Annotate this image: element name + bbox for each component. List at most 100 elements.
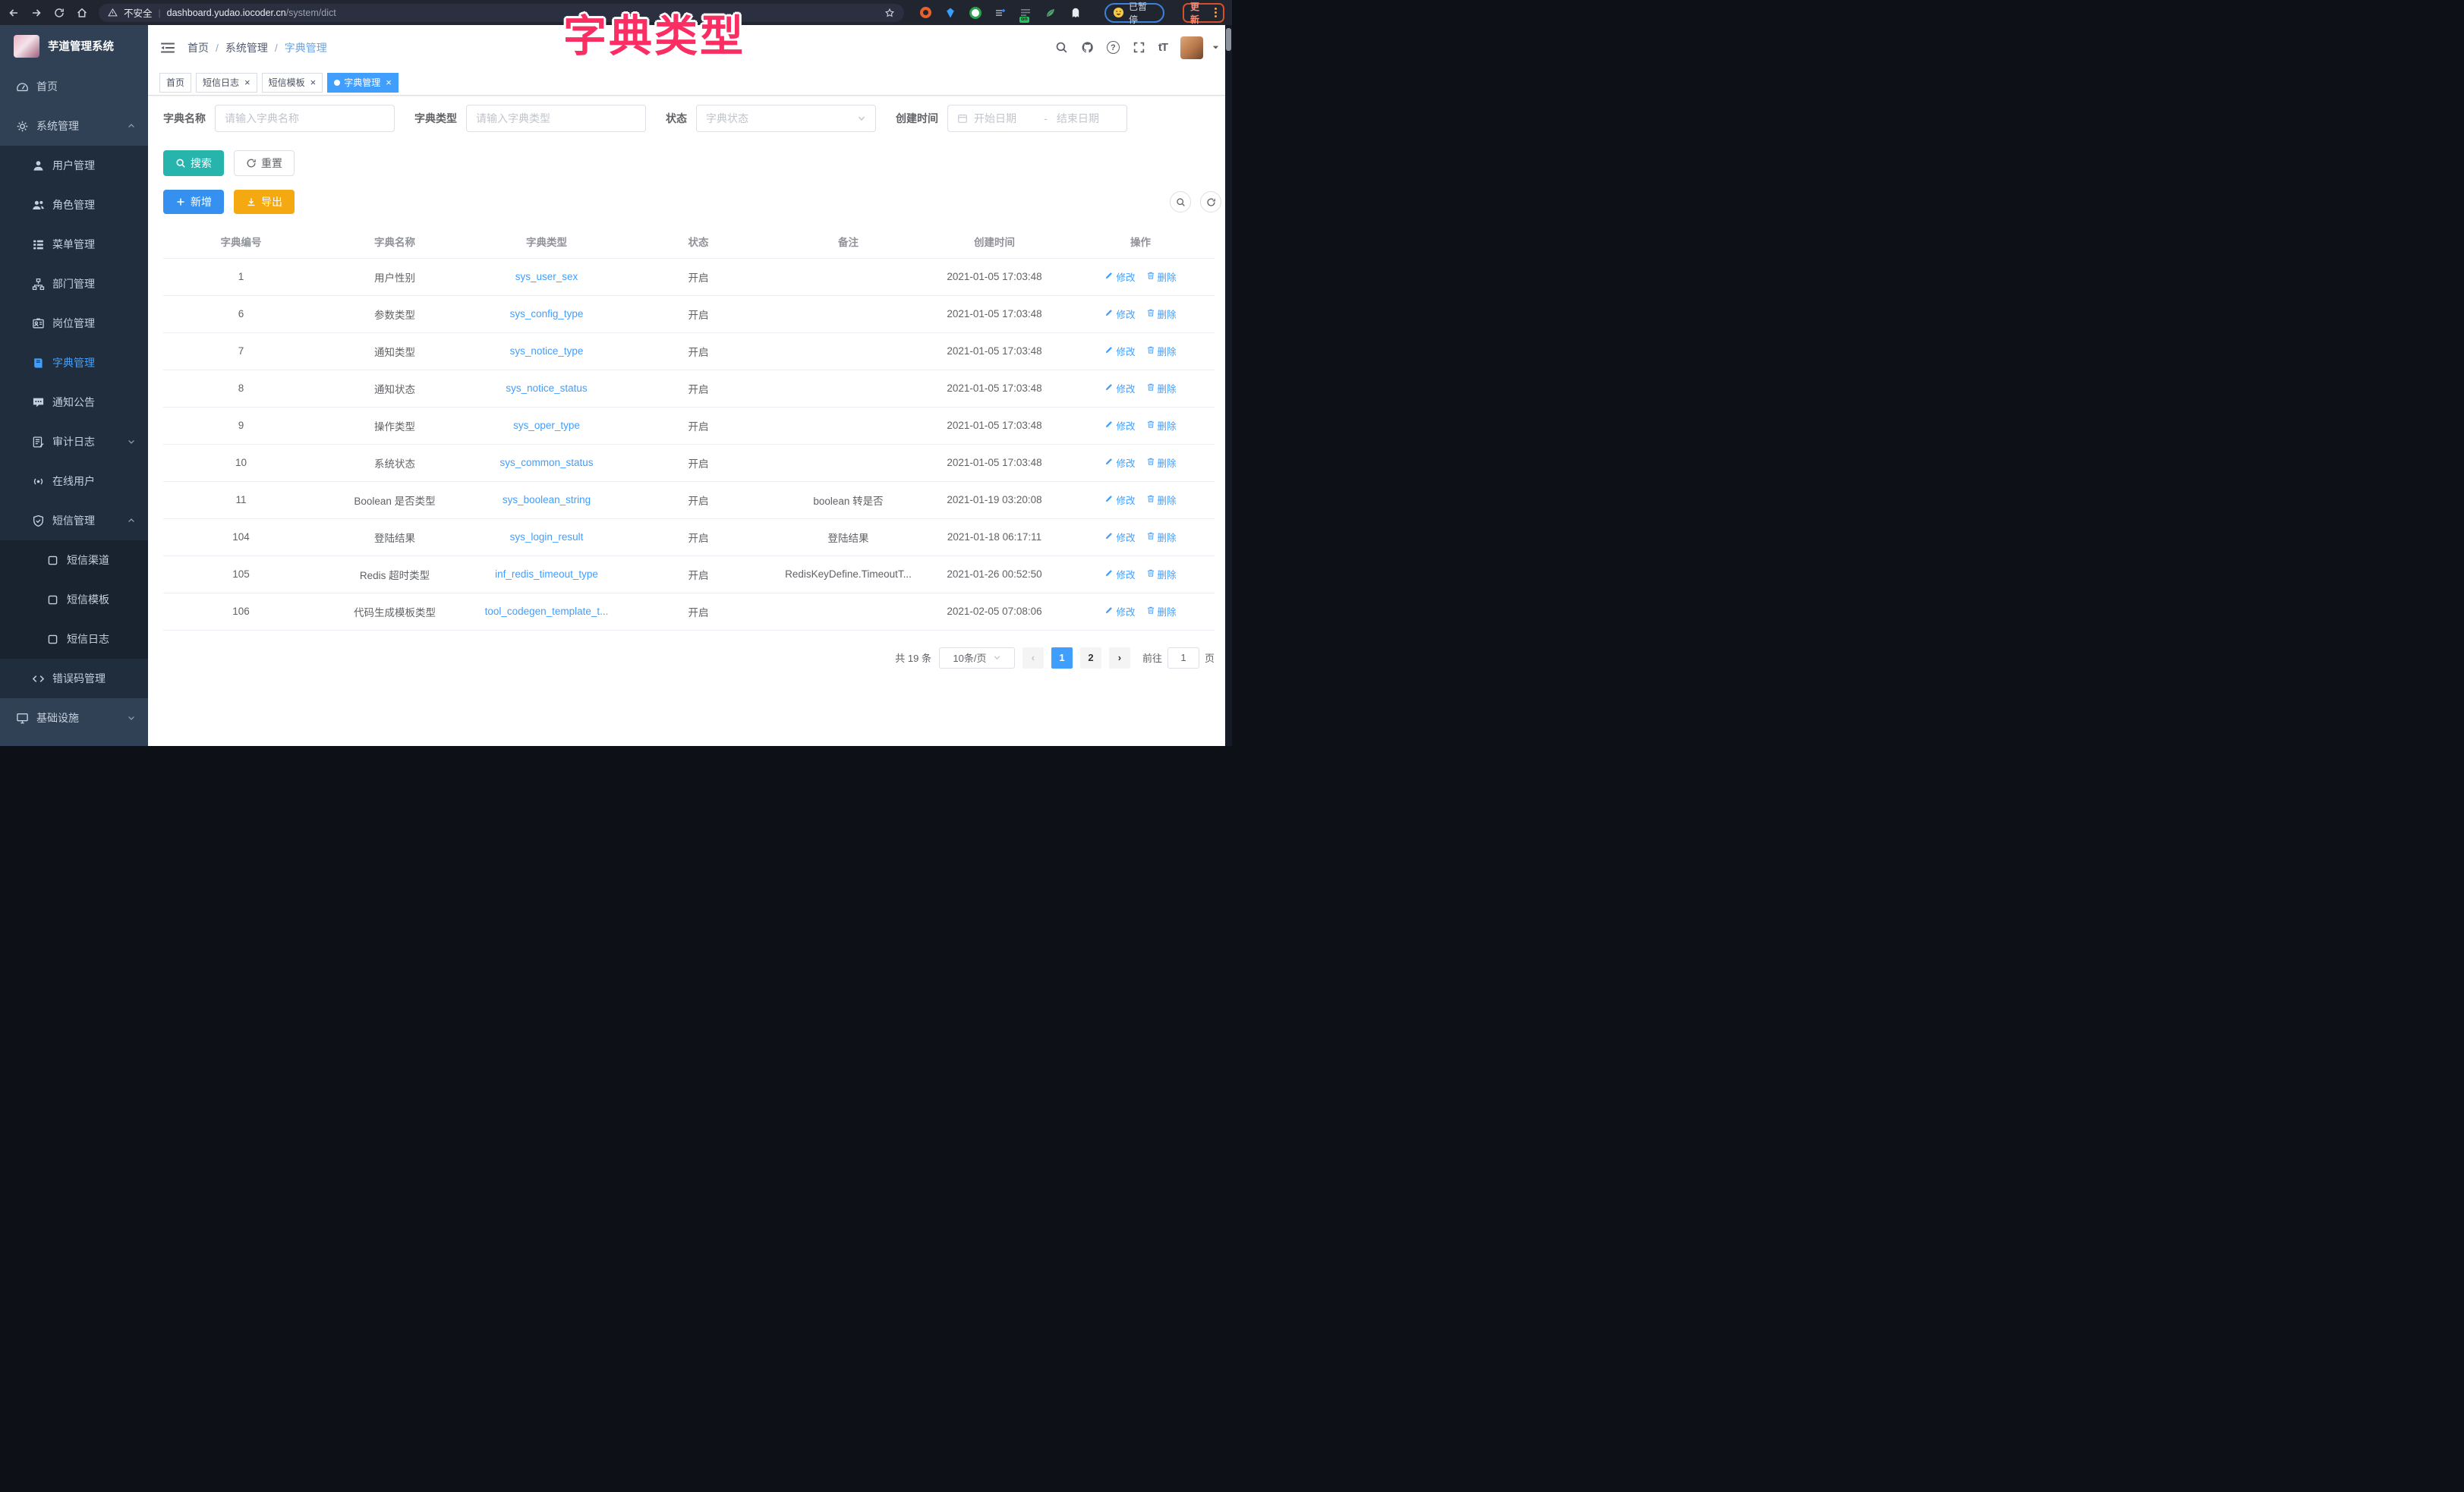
search-button[interactable]: 搜索 <box>163 150 224 176</box>
extension-donut-icon[interactable] <box>918 5 933 20</box>
home-icon[interactable] <box>76 7 88 19</box>
scrollbar-thumb[interactable] <box>1226 28 1231 51</box>
tab-home[interactable]: 首页 <box>159 73 191 93</box>
dict-type-link[interactable]: sys_notice_type <box>510 345 584 357</box>
dict-type-link[interactable]: tool_codegen_template_t... <box>485 606 609 617</box>
dict-type-link[interactable]: sys_oper_type <box>513 420 580 431</box>
dict-type-input[interactable] <box>476 112 636 124</box>
help-icon[interactable]: ? <box>1107 41 1120 54</box>
toggle-search-button[interactable] <box>1170 191 1191 212</box>
export-button[interactable]: 导出 <box>234 190 295 214</box>
sidebar-item-audit-log[interactable]: 审计日志 <box>0 422 148 461</box>
github-icon[interactable] <box>1081 41 1094 54</box>
delete-button[interactable]: 删除 <box>1146 269 1177 284</box>
tab-dict-mgmt[interactable]: 字典管理× <box>327 73 399 93</box>
dict-type-link[interactable]: sys_user_sex <box>515 271 578 282</box>
delete-button[interactable]: 删除 <box>1146 604 1177 619</box>
delete-button[interactable]: 删除 <box>1146 418 1177 433</box>
sidebar-item-sms-mgmt[interactable]: 短信管理 <box>0 501 148 540</box>
refresh-table-button[interactable] <box>1200 191 1221 212</box>
sidebar-item-post-mgmt[interactable]: 岗位管理 <box>0 304 148 343</box>
extension-ghost-icon[interactable] <box>1068 5 1083 20</box>
chevron-down-icon[interactable] <box>1212 43 1220 52</box>
extension-leaf-icon[interactable] <box>1043 5 1058 20</box>
sidebar-item-errcode-mgmt[interactable]: 错误码管理 <box>0 659 148 698</box>
page-scrollbar[interactable] <box>1225 25 1232 746</box>
sidebar-item-dept-mgmt[interactable]: 部门管理 <box>0 264 148 304</box>
edit-button[interactable]: 修改 <box>1104 418 1135 433</box>
sidebar-item-dict-mgmt[interactable]: 字典管理 <box>0 343 148 382</box>
edit-button[interactable]: 修改 <box>1104 567 1135 581</box>
page-button-2[interactable]: 2 <box>1080 647 1101 669</box>
bookmark-star-icon[interactable] <box>884 8 895 18</box>
browser-chrome: 不安全 | dashboard.yudao.iocoder.cn/system/… <box>0 0 1232 25</box>
date-range-picker[interactable]: 开始日期 - 结束日期 <box>947 105 1127 132</box>
sidebar-item-infra[interactable]: 基础设施 <box>0 698 148 738</box>
extension-gem-icon[interactable] <box>943 5 958 20</box>
dict-type-link[interactable]: sys_notice_status <box>506 382 587 394</box>
dict-type-link[interactable]: inf_redis_timeout_type <box>495 568 598 580</box>
edit-button[interactable]: 修改 <box>1104 269 1135 284</box>
prev-page-button[interactable]: ‹ <box>1022 647 1044 669</box>
extension-diamond-icon[interactable] <box>993 5 1008 20</box>
sidebar-item-online-users[interactable]: 在线用户 <box>0 461 148 501</box>
dict-type-link[interactable]: sys_config_type <box>510 308 584 319</box>
edit-button[interactable]: 修改 <box>1104 307 1135 321</box>
search-icon[interactable] <box>1055 41 1068 54</box>
dict-type-link[interactable]: sys_boolean_string <box>503 494 591 505</box>
next-page-button[interactable]: › <box>1109 647 1130 669</box>
delete-button[interactable]: 删除 <box>1146 381 1177 395</box>
page-size-select[interactable]: 10条/页 <box>939 647 1015 669</box>
close-icon[interactable]: × <box>386 77 392 87</box>
delete-button[interactable]: 删除 <box>1146 567 1177 581</box>
status-select[interactable]: 字典状态 <box>696 105 876 132</box>
extension-paused-pill[interactable]: 已暂停 <box>1104 3 1164 23</box>
reset-button[interactable]: 重置 <box>234 150 295 176</box>
edit-button[interactable]: 修改 <box>1104 493 1135 507</box>
sidebar-item-sms-channel[interactable]: 短信渠道 <box>0 540 148 580</box>
delete-button[interactable]: 删除 <box>1146 307 1177 321</box>
edit-button[interactable]: 修改 <box>1104 530 1135 544</box>
browser-menu-icon[interactable] <box>1215 8 1217 17</box>
dict-type-link[interactable]: sys_common_status <box>499 457 593 468</box>
breadcrumb-system[interactable]: 系统管理 <box>225 40 268 55</box>
edit-button[interactable]: 修改 <box>1104 604 1135 619</box>
edit-button[interactable]: 修改 <box>1104 455 1135 470</box>
close-icon[interactable]: × <box>310 77 317 87</box>
sidebar-item-sms-log[interactable]: 短信日志 <box>0 619 148 659</box>
hamburger-icon[interactable] <box>160 41 175 55</box>
dict-type-link[interactable]: sys_login_result <box>510 531 584 543</box>
close-icon[interactable]: × <box>244 77 250 87</box>
text-size-icon[interactable]: tT <box>1158 41 1167 54</box>
breadcrumb-home[interactable]: 首页 <box>187 40 209 55</box>
sidebar-item-home[interactable]: 首页 <box>0 67 148 106</box>
back-icon[interactable] <box>8 7 20 19</box>
forward-icon[interactable] <box>30 7 43 19</box>
sidebar-item-role-mgmt[interactable]: 角色管理 <box>0 185 148 225</box>
tab-sms-template[interactable]: 短信模板× <box>262 73 323 93</box>
sidebar-item-notice[interactable]: 通知公告 <box>0 382 148 422</box>
delete-button[interactable]: 删除 <box>1146 344 1177 358</box>
dict-name-input[interactable] <box>225 112 385 124</box>
user-avatar[interactable] <box>1180 36 1203 59</box>
address-bar[interactable]: 不安全 | dashboard.yudao.iocoder.cn/system/… <box>99 4 904 22</box>
edit-button[interactable]: 修改 <box>1104 344 1135 358</box>
delete-button[interactable]: 删除 <box>1146 493 1177 507</box>
sidebar-item-menu-mgmt[interactable]: 菜单管理 <box>0 225 148 264</box>
edit-button[interactable]: 修改 <box>1104 381 1135 395</box>
reload-icon[interactable] <box>53 7 65 19</box>
extension-onbars-icon[interactable]: on <box>1018 5 1033 20</box>
browser-update-button[interactable]: 更新 <box>1183 3 1224 23</box>
extension-ring-icon[interactable] <box>968 5 983 20</box>
sidebar-item-sms-template[interactable]: 短信模板 <box>0 580 148 619</box>
delete-button[interactable]: 删除 <box>1146 530 1177 544</box>
sidebar-item-user-mgmt[interactable]: 用户管理 <box>0 146 148 185</box>
fullscreen-icon[interactable] <box>1133 41 1145 54</box>
sidebar-item-system-mgmt[interactable]: 系统管理 <box>0 106 148 146</box>
page-button-1[interactable]: 1 <box>1051 647 1073 669</box>
tab-sms-log[interactable]: 短信日志× <box>196 73 257 93</box>
app-logo-row[interactable]: 芋道管理系统 <box>0 25 148 67</box>
add-button[interactable]: 新增 <box>163 190 224 214</box>
delete-button[interactable]: 删除 <box>1146 455 1177 470</box>
goto-page-input[interactable] <box>1167 647 1199 669</box>
